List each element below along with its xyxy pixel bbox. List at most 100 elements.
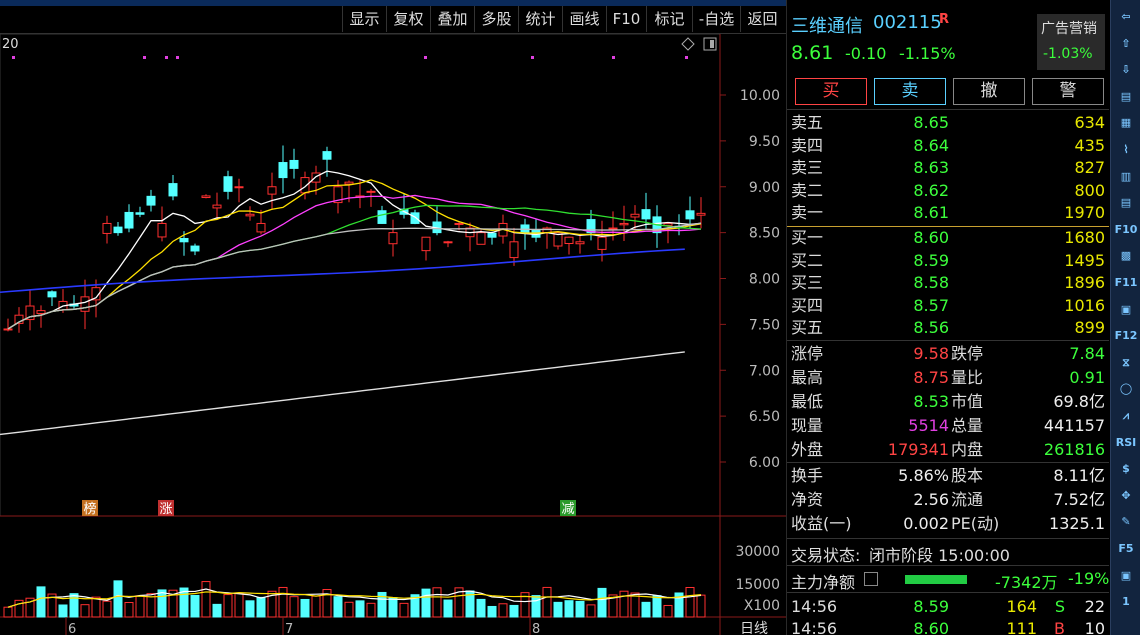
buy-button[interactable]: 买 — [795, 78, 867, 105]
tool-icon[interactable]: ▤ — [1114, 192, 1138, 214]
price-change: -0.10 — [845, 44, 887, 63]
tool-icon[interactable]: RSI — [1114, 432, 1138, 454]
ask-price: 8.65 — [913, 113, 949, 132]
kline-chart-area[interactable]: 10.00 9.50 9.00 8.50 8.00 7.50 7.00 6.50 6.00 20 榜… — [0, 34, 786, 635]
volume-bar — [685, 586, 695, 618]
kline-chart[interactable]: 10.00 9.50 9.00 8.50 8.00 7.50 7.00 6.50 6.00 20 榜… — [0, 34, 786, 635]
volume-bar — [311, 595, 321, 618]
tool-icon[interactable]: ▣ — [1114, 299, 1138, 321]
tool-icon[interactable]: ◯ — [1114, 378, 1138, 400]
volume-bar — [36, 586, 46, 618]
tick-price: 8.59 — [913, 597, 949, 616]
ask-volume: 1970 — [1064, 203, 1105, 223]
stat-label: 涨停 — [791, 344, 824, 363]
sector-box[interactable]: 广告营销 -1.03% — [1037, 14, 1105, 70]
volume-bar — [421, 588, 431, 618]
marker-dot — [165, 56, 168, 59]
volume-bar — [597, 587, 607, 618]
ask-row[interactable]: 卖三 8.63 827 — [787, 157, 1109, 179]
candle-body — [619, 222, 629, 226]
candle-body — [135, 212, 145, 215]
tool-icon[interactable]: ⇧ — [1114, 33, 1138, 55]
candle-body — [685, 210, 695, 220]
toolbar-multi-stock-button[interactable]: 多股 — [474, 6, 518, 32]
stat-row: 外盘 179341 内盘 261816 — [787, 439, 1109, 461]
tick-row: 14:56 8.59 164 S 22 — [787, 596, 1109, 618]
candle-body — [300, 177, 310, 194]
cancel-button[interactable]: 撤 — [953, 78, 1025, 105]
ask-row[interactable]: 卖一 8.61 1970 — [787, 202, 1109, 224]
tick-time: 14:56 — [791, 619, 838, 635]
volume-bar — [135, 595, 145, 618]
date-label: 6 — [68, 622, 76, 635]
toolbar-f10-button[interactable]: F10 — [606, 6, 646, 32]
tool-icon[interactable]: ▩ — [1114, 245, 1138, 267]
tool-icon[interactable]: ⩘ — [1114, 405, 1138, 427]
toolbar-draw-button[interactable]: 画线 — [562, 6, 606, 32]
tick-side: B — [1054, 619, 1065, 635]
tool-icon[interactable]: F10 — [1114, 219, 1138, 241]
main-flow-bar — [905, 575, 967, 584]
tool-icon[interactable]: F5 — [1114, 538, 1138, 560]
toolbar-display-button[interactable]: 显示 — [342, 6, 386, 32]
candle-body — [641, 209, 651, 220]
divider — [787, 109, 1109, 110]
alert-button[interactable]: 警 — [1032, 78, 1104, 105]
stat-row: 最低 8.53 市值 69.8亿 — [787, 391, 1109, 413]
bid-price: 8.59 — [913, 250, 949, 270]
volume-bar — [69, 593, 79, 618]
tool-icon[interactable]: ⌇ — [1114, 139, 1138, 161]
tool-icon[interactable]: F12 — [1114, 325, 1138, 347]
tool-icon[interactable]: ▦ — [1114, 112, 1138, 134]
ask-volume: 800 — [1074, 180, 1105, 200]
price-axis-label: 8.50 — [749, 226, 780, 242]
toolbar-adjust-button[interactable]: 复权 — [386, 6, 430, 32]
ask-row[interactable]: 卖二 8.62 800 — [787, 180, 1109, 202]
toolbar-back-button[interactable]: 返回 — [740, 6, 784, 32]
ask-row[interactable]: 卖四 8.64 435 — [787, 135, 1109, 157]
divider — [787, 565, 1109, 566]
volume-bar — [223, 594, 233, 618]
ask-row[interactable]: 卖五 8.65 634 — [787, 112, 1109, 134]
stock-code: 002115 — [873, 12, 942, 33]
candle-body — [47, 291, 57, 298]
candle-body — [487, 232, 497, 238]
stat-label: 外盘 — [791, 440, 824, 459]
tool-icon[interactable]: 1 — [1114, 591, 1138, 613]
bid-row[interactable]: 买二 8.59 1495 — [787, 250, 1109, 272]
bid-row[interactable]: 买三 8.58 1896 — [787, 272, 1109, 294]
bid-row[interactable]: 买四 8.57 1016 — [787, 295, 1109, 317]
trade-status-value: 闭市阶段 15:00:00 — [869, 546, 1010, 565]
list-icon[interactable] — [864, 572, 878, 586]
bid-row[interactable]: 买五 8.56 899 — [787, 317, 1109, 339]
sell-button[interactable]: 卖 — [874, 78, 946, 105]
tool-icon[interactable]: $ — [1114, 458, 1138, 480]
toolbar-watchlist-button[interactable]: -自选 — [692, 6, 740, 32]
candle-body — [509, 241, 519, 259]
bid-row[interactable]: 买一 8.60 1680 — [787, 227, 1109, 249]
tool-icon[interactable]: ⇩ — [1114, 59, 1138, 81]
candle-body — [3, 328, 13, 331]
candle-body — [311, 172, 321, 183]
tool-icon[interactable]: ✎ — [1114, 511, 1138, 533]
tool-icon[interactable]: ⇦ — [1114, 6, 1138, 28]
volume-bar — [278, 586, 288, 618]
marker-dot — [176, 56, 179, 59]
candle-body — [289, 159, 299, 169]
date-label: 7 — [285, 622, 293, 635]
tool-icon[interactable]: ▥ — [1114, 166, 1138, 188]
tool-icon[interactable]: F11 — [1114, 272, 1138, 294]
badge-label: 榜 — [83, 501, 96, 517]
tool-icon[interactable]: ✥ — [1114, 485, 1138, 507]
candle-body — [663, 222, 673, 226]
toolbar-overlay-button[interactable]: 叠加 — [430, 6, 474, 32]
toolbar-mark-button[interactable]: 标记 — [646, 6, 692, 32]
toolbar-stats-button[interactable]: 统计 — [518, 6, 562, 32]
tool-icon[interactable]: ▣ — [1114, 565, 1138, 587]
tool-icon[interactable]: ⧖ — [1114, 352, 1138, 374]
tool-icon[interactable]: ▤ — [1114, 86, 1138, 108]
candle-body — [146, 195, 156, 206]
candle-body — [366, 190, 376, 193]
stock-app: 显示 复权 叠加 多股 统计 画线 F10 标记 -自选 返回 10.00 9.5… — [0, 0, 1140, 635]
volume-bar — [333, 596, 343, 618]
